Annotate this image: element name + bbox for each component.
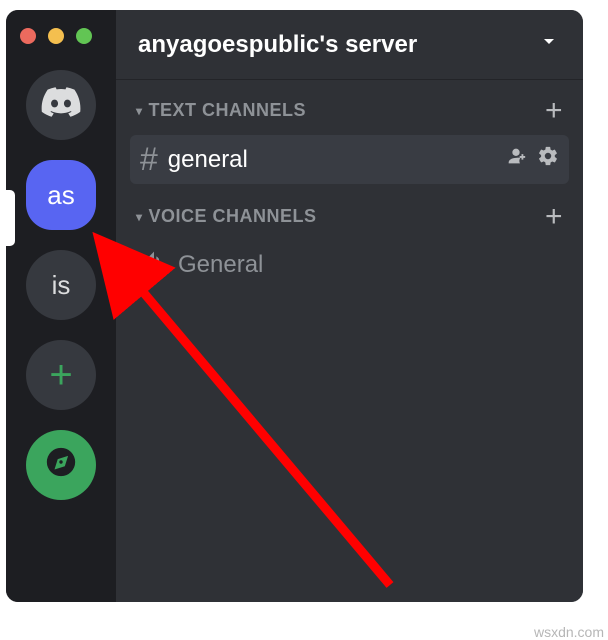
discord-window: as is + anyagoespublic's server ▾ TEXT C… (6, 10, 583, 602)
compass-icon (44, 445, 78, 486)
hash-icon: # (140, 141, 158, 178)
create-channel-button[interactable]: + (545, 209, 563, 225)
minimize-window-button[interactable] (48, 28, 64, 44)
server-rail: as is + (6, 10, 116, 602)
active-server-indicator (6, 190, 15, 246)
voice-channel-general[interactable]: General (130, 241, 569, 288)
server-initials: is (52, 270, 71, 301)
gear-icon[interactable] (537, 145, 559, 174)
server-initials: as (47, 180, 74, 211)
add-server-button[interactable]: + (26, 340, 96, 410)
server-name: anyagoespublic's server (138, 31, 417, 59)
category-label: TEXT CHANNELS (149, 100, 307, 121)
chevron-down-icon: ▾ (136, 210, 143, 224)
server-header[interactable]: anyagoespublic's server (116, 10, 583, 80)
chevron-down-icon: ▾ (136, 104, 143, 118)
explore-servers-button[interactable] (26, 430, 96, 500)
create-invite-icon[interactable] (505, 145, 527, 174)
channel-name: General (178, 251, 559, 279)
window-controls (6, 18, 106, 60)
category-text-channels[interactable]: ▾ TEXT CHANNELS + (116, 80, 583, 127)
server-is[interactable]: is (26, 250, 96, 320)
channel-sidebar: anyagoespublic's server ▾ TEXT CHANNELS … (116, 10, 583, 602)
create-channel-button[interactable]: + (545, 103, 563, 119)
watermark: wsxdn.com (534, 624, 604, 640)
text-channel-general[interactable]: # general (130, 135, 569, 184)
chevron-down-icon (537, 29, 561, 60)
plus-icon: + (49, 353, 72, 398)
category-voice-channels[interactable]: ▾ VOICE CHANNELS + (116, 186, 583, 233)
category-label: VOICE CHANNELS (149, 206, 317, 227)
home-button[interactable] (26, 70, 96, 140)
discord-logo-icon (41, 87, 81, 124)
channel-name: general (168, 146, 495, 174)
maximize-window-button[interactable] (76, 28, 92, 44)
speaker-icon (140, 247, 168, 282)
close-window-button[interactable] (20, 28, 36, 44)
server-anyagoespublic[interactable]: as (26, 160, 96, 230)
